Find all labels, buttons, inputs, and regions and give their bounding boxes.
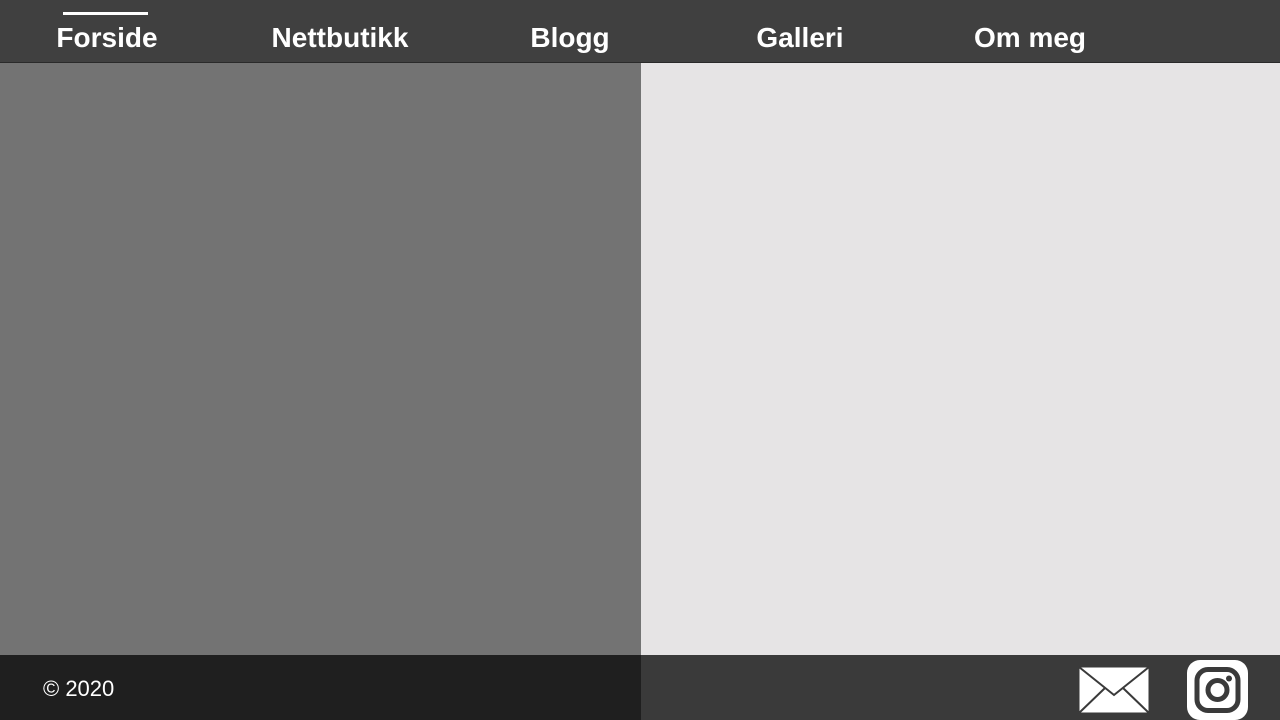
nav-item-nettbutikk[interactable]: Nettbutikk — [255, 21, 425, 55]
nav-item-label: Galleri — [756, 22, 844, 53]
instagram-button[interactable] — [1187, 660, 1248, 720]
nav-item-label: Forside — [56, 22, 158, 53]
nav-item-label: Om meg — [973, 22, 1087, 53]
instagram-icon — [1187, 660, 1248, 720]
mail-icon — [1078, 666, 1150, 714]
left-content-panel — [0, 63, 641, 655]
nav-item-label: Blogg — [530, 22, 610, 53]
top-navigation: Forside Nettbutikk Blogg Galleri Om meg — [0, 0, 1280, 63]
active-tab-indicator — [63, 12, 148, 15]
right-content-panel — [641, 63, 1280, 655]
nav-item-label: Nettbutikk — [271, 22, 409, 53]
nav-item-om-meg[interactable]: Om meg — [960, 21, 1100, 55]
mail-button[interactable] — [1078, 666, 1150, 714]
nav-item-galleri[interactable]: Galleri — [740, 21, 860, 55]
nav-item-forside[interactable]: Forside — [47, 21, 167, 55]
nav-item-blogg[interactable]: Blogg — [515, 21, 625, 55]
footer-right — [641, 655, 1280, 720]
copyright-text: © 2020 — [43, 676, 115, 701]
